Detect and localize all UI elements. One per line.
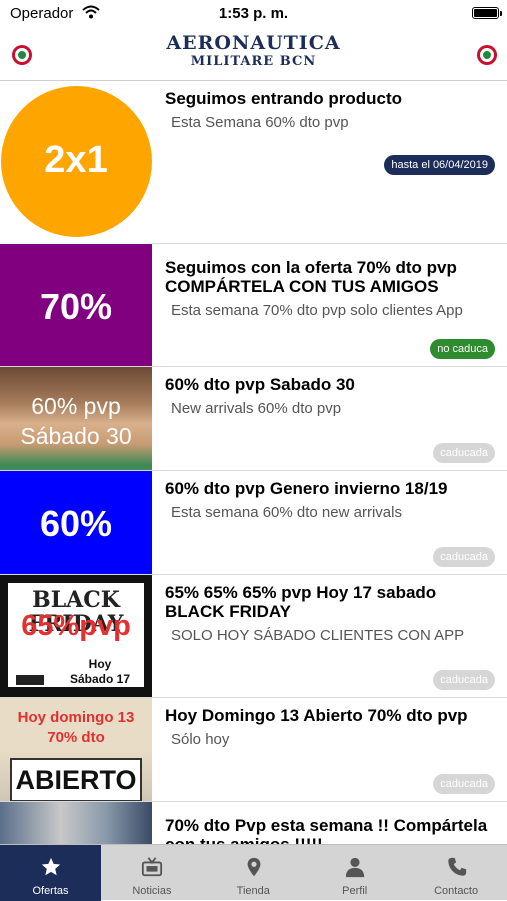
tab-label: Noticias [132,885,172,897]
offer-row[interactable]: BLACK FRIDAY 65%pvp Hoy Sábado 17 65% 65… [0,575,507,698]
offer-thumbnail-abierto: Hoy domingo 13 70% dto ABIERTO [0,698,152,801]
tab-label: Contacto [434,885,479,897]
tab-bar: Ofertas Noticias Tienda Perfil Contacto [0,844,507,901]
tab-tienda[interactable]: Tienda [203,845,304,901]
thumb-text: 70% [39,286,113,327]
phone-icon [447,857,466,876]
offer-subtitle: Sólo hoy [171,731,230,748]
offer-title: 70% dto Pvp esta semana !! Compártela co… [165,816,488,844]
offer-title: Seguimos entrando producto [165,89,403,108]
brand-logo: AERONAUTICA MILITARE BCN [0,32,507,69]
tab-ofertas[interactable]: Ofertas [0,845,102,901]
offer-row[interactable]: 60% 60% dto pvp Genero invierno 18/19 Es… [0,471,507,575]
offer-thumbnail-photo: 60% pvp Sábado 30 [0,367,152,470]
offer-content: Seguimos entrando producto Esta Semana 6… [165,89,500,132]
tab-contacto[interactable]: Contacto [406,845,507,901]
thumb-day-line: Sábado 17 [70,672,131,686]
offer-title: 65% 65% 65% pvp Hoy 17 sabado BLACK FRID… [165,583,437,621]
nav-bar: AERONAUTICA MILITARE BCN [0,28,507,81]
offer-thumbnail: 60% [0,471,152,574]
thumb-text-line1: 60% pvp [31,393,121,419]
thumb-hoy: Hoy Sábado 17 [70,657,130,687]
offer-subtitle: Esta semana 70% dto pvp solo clientes Ap… [171,302,463,319]
tab-label: Ofertas [32,885,69,897]
offer-thumbnail: 2x1 [0,81,152,244]
clock: 1:53 p. m. [218,5,289,22]
offer-subtitle: New arrivals 60% dto pvp [171,400,342,417]
tab-noticias[interactable]: Noticias [101,845,202,901]
thumb-text-line1: Hoy domingo 13 [17,709,135,726]
expiry-badge: hasta el 06/04/2019 [384,155,495,175]
status-badge: no caduca [430,339,495,359]
thumb-red-text: 65%pvp [21,610,131,642]
offer-title: 60% dto pvp Genero invierno 18/19 [165,479,448,498]
offers-list[interactable]: 2x1 Seguimos entrando producto Esta Sema… [0,81,507,844]
offer-content: 65% 65% 65% pvp Hoy 17 sabado BLACK FRID… [165,583,500,645]
thumb-text: 2x1 [44,139,108,181]
status-bar: Operador 1:53 p. m. [0,0,507,28]
offer-subtitle: SOLO HOY SÁBADO CLIENTES CON APP [171,627,465,644]
offer-thumbnail-photo [0,802,152,844]
status-badge: caducada [433,774,495,794]
offer-row[interactable]: 70% dto Pvp esta semana !! Compártela co… [0,802,507,844]
thumb-text: 60% [39,503,113,544]
offer-row[interactable]: 70% Seguimos con la oferta 70% dto pvp C… [0,244,507,367]
offer-content: Seguimos con la oferta 70% dto pvp COMPÁ… [165,258,500,320]
offer-content: Hoy Domingo 13 Abierto 70% dto pvp Sólo … [165,706,500,749]
offer-title: Hoy Domingo 13 Abierto 70% dto pvp [165,706,468,725]
thumb-hoy-line: Hoy [88,657,112,671]
battery-icon [472,7,502,19]
star-icon [41,857,61,876]
offer-content: 70% dto Pvp esta semana !! Compártela co… [165,816,500,844]
offer-thumbnail-black-friday: BLACK FRIDAY 65%pvp Hoy Sábado 17 [0,575,152,697]
thumb-text-line2: Sábado 30 [20,423,132,449]
tab-label: Perfil [342,885,368,897]
person-icon [346,857,365,878]
roundel-icon-right[interactable] [477,45,497,65]
offer-subtitle: Esta Semana 60% dto pvp [171,114,349,131]
tab-perfil[interactable]: Perfil [304,845,405,901]
abierto-sign: ABIERTO [10,758,142,801]
store-logo-mark [16,675,44,685]
offer-row[interactable]: 2x1 Seguimos entrando producto Esta Sema… [0,81,507,244]
logo-line2: MILITARE BCN [190,54,317,69]
offer-row[interactable]: Hoy domingo 13 70% dto ABIERTO Hoy Domin… [0,698,507,802]
offer-content: 60% dto pvp Genero invierno 18/19 Esta s… [165,479,500,522]
logo-line1: AERONAUTICA [166,32,341,54]
status-badge: caducada [433,670,495,690]
offer-thumbnail: 70% [0,244,152,366]
thumb-text-line2: 70% dto [47,729,105,746]
offer-content: 60% dto pvp Sabado 30 New arrivals 60% d… [165,375,500,418]
tab-label: Tienda [236,885,270,897]
status-badge: caducada [433,443,495,463]
tv-icon [142,857,163,877]
offer-subtitle: Esta semana 60% dto new arrivals [171,504,402,521]
offer-title: 60% dto pvp Sabado 30 [165,375,355,394]
status-badge: caducada [433,547,495,567]
offer-title: Seguimos con la oferta 70% dto pvp COMPÁ… [165,258,457,296]
map-pin-icon [247,857,261,877]
offer-row[interactable]: 60% pvp Sábado 30 60% dto pvp Sabado 30 … [0,367,507,471]
